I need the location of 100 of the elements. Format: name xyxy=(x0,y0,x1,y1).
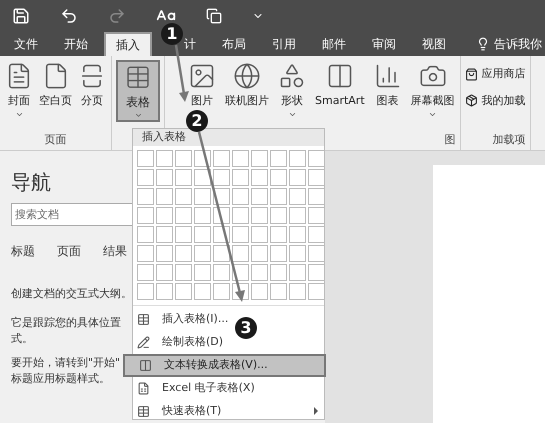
grid-cell[interactable] xyxy=(232,244,249,262)
pane-tab[interactable]: 页面 xyxy=(57,242,81,260)
grid-cell[interactable] xyxy=(289,168,306,186)
grid-cell[interactable] xyxy=(156,282,173,300)
ribbon-button[interactable]: 我的加载 xyxy=(464,92,526,109)
ribbon-button[interactable]: 封面 xyxy=(4,60,34,118)
grid-cell[interactable] xyxy=(289,188,306,204)
grid-cell[interactable] xyxy=(251,282,268,300)
grid-cell[interactable] xyxy=(137,282,154,300)
grid-cell[interactable] xyxy=(175,168,192,186)
grid-cell[interactable] xyxy=(232,168,249,186)
grid-cell[interactable] xyxy=(251,226,268,242)
ribbon-tab[interactable]: 邮件 xyxy=(322,32,346,56)
ribbon-button[interactable]: SmartArt xyxy=(314,60,366,110)
pane-tab[interactable]: 结果 xyxy=(103,242,127,260)
grid-cell[interactable] xyxy=(137,150,154,166)
ribbon-tab[interactable]: 开始 xyxy=(64,32,88,56)
ribbon-tab[interactable]: 文件 xyxy=(14,32,38,56)
grid-cell[interactable] xyxy=(175,282,192,300)
ribbon-tab[interactable]: 布局 xyxy=(222,32,246,56)
grid-cell[interactable] xyxy=(251,168,268,186)
grid-cell[interactable] xyxy=(289,264,306,280)
grid-cell[interactable] xyxy=(308,264,325,280)
grid-cell[interactable] xyxy=(232,188,249,204)
grid-cell[interactable] xyxy=(194,282,211,300)
grid-cell[interactable] xyxy=(194,206,211,224)
grid-cell[interactable] xyxy=(213,150,230,166)
grid-cell[interactable] xyxy=(194,226,211,242)
ribbon-button[interactable]: 表格 xyxy=(116,60,160,122)
menu-item[interactable]: 快速表格(T) xyxy=(133,400,324,422)
grid-cell[interactable] xyxy=(213,168,230,186)
grid-cell[interactable] xyxy=(270,226,287,242)
redo-icon[interactable] xyxy=(108,7,126,25)
grid-cell[interactable] xyxy=(270,188,287,204)
grid-cell[interactable] xyxy=(251,150,268,166)
grid-cell[interactable] xyxy=(194,168,211,186)
grid-cell[interactable] xyxy=(137,264,154,280)
grid-cell[interactable] xyxy=(308,226,325,242)
save-icon[interactable] xyxy=(12,7,30,25)
tell-me-field[interactable]: 告诉我你 xyxy=(494,35,542,53)
grid-cell[interactable] xyxy=(270,150,287,166)
grid-cell[interactable] xyxy=(308,150,325,166)
grid-cell[interactable] xyxy=(308,188,325,204)
grid-cell[interactable] xyxy=(251,244,268,262)
grid-cell[interactable] xyxy=(194,244,211,262)
grid-cell[interactable] xyxy=(251,188,268,204)
menu-item[interactable]: 绘制表格(D) xyxy=(133,330,226,354)
ribbon-button[interactable]: 形状 xyxy=(277,60,307,118)
grid-cell[interactable] xyxy=(175,264,192,280)
ribbon-button[interactable]: 应用商店 xyxy=(464,66,526,82)
grid-cell[interactable] xyxy=(270,264,287,280)
grid-cell[interactable] xyxy=(270,282,287,300)
menu-item[interactable]: 文本转换成表格(V)... xyxy=(123,354,326,376)
grid-cell[interactable] xyxy=(251,264,268,280)
grid-cell[interactable] xyxy=(137,206,154,224)
grid-cell[interactable] xyxy=(270,244,287,262)
grid-cell[interactable] xyxy=(156,226,173,242)
grid-cell[interactable] xyxy=(175,206,192,224)
ribbon-tab[interactable]: 审阅 xyxy=(372,32,396,56)
grid-cell[interactable] xyxy=(156,206,173,224)
grid-cell[interactable] xyxy=(289,282,306,300)
undo-icon[interactable] xyxy=(60,7,78,25)
ribbon-button[interactable]: 屏幕截图 xyxy=(410,60,456,118)
grid-cell[interactable] xyxy=(175,226,192,242)
grid-cell[interactable] xyxy=(251,206,268,224)
grid-cell[interactable] xyxy=(308,244,325,262)
grid-cell[interactable] xyxy=(156,264,173,280)
grid-cell[interactable] xyxy=(289,226,306,242)
ribbon-tab[interactable]: 视图 xyxy=(422,32,446,56)
grid-cell[interactable] xyxy=(137,226,154,242)
grid-cell[interactable] xyxy=(156,168,173,186)
grid-cell[interactable] xyxy=(156,188,173,204)
menu-item[interactable]: Excel 电子表格(X) xyxy=(133,376,257,400)
grid-cell[interactable] xyxy=(175,188,192,204)
grid-cell[interactable] xyxy=(213,244,230,262)
grid-cell[interactable] xyxy=(289,150,306,166)
menu-item[interactable]: 插入表格(I)... xyxy=(133,308,230,330)
layout-icon[interactable] xyxy=(206,8,222,24)
grid-cell[interactable] xyxy=(232,150,249,166)
grid-cell[interactable] xyxy=(137,244,154,262)
grid-cell[interactable] xyxy=(156,244,173,262)
grid-cell[interactable] xyxy=(175,244,192,262)
ribbon-tab[interactable]: 插入 xyxy=(104,32,152,56)
grid-cell[interactable] xyxy=(232,226,249,242)
ribbon-button[interactable]: 联机图片 xyxy=(224,60,270,110)
grid-cell[interactable] xyxy=(213,264,230,280)
ribbon-tab[interactable]: 计 xyxy=(184,32,196,56)
ribbon-button[interactable]: 图片 xyxy=(187,60,217,110)
ribbon-button[interactable]: 图表 xyxy=(372,60,403,110)
pane-tab[interactable]: 标题 xyxy=(11,242,35,260)
grid-cell[interactable] xyxy=(194,188,211,204)
grid-cell[interactable] xyxy=(308,206,325,224)
grid-cell[interactable] xyxy=(213,282,230,300)
grid-cell[interactable] xyxy=(308,168,325,186)
ribbon-tab[interactable]: 引用 xyxy=(272,32,296,56)
grid-cell[interactable] xyxy=(289,244,306,262)
grid-cell[interactable] xyxy=(270,168,287,186)
ribbon-button[interactable]: 分页 xyxy=(77,60,107,110)
grid-cell[interactable] xyxy=(289,206,306,224)
grid-cell[interactable] xyxy=(175,150,192,166)
